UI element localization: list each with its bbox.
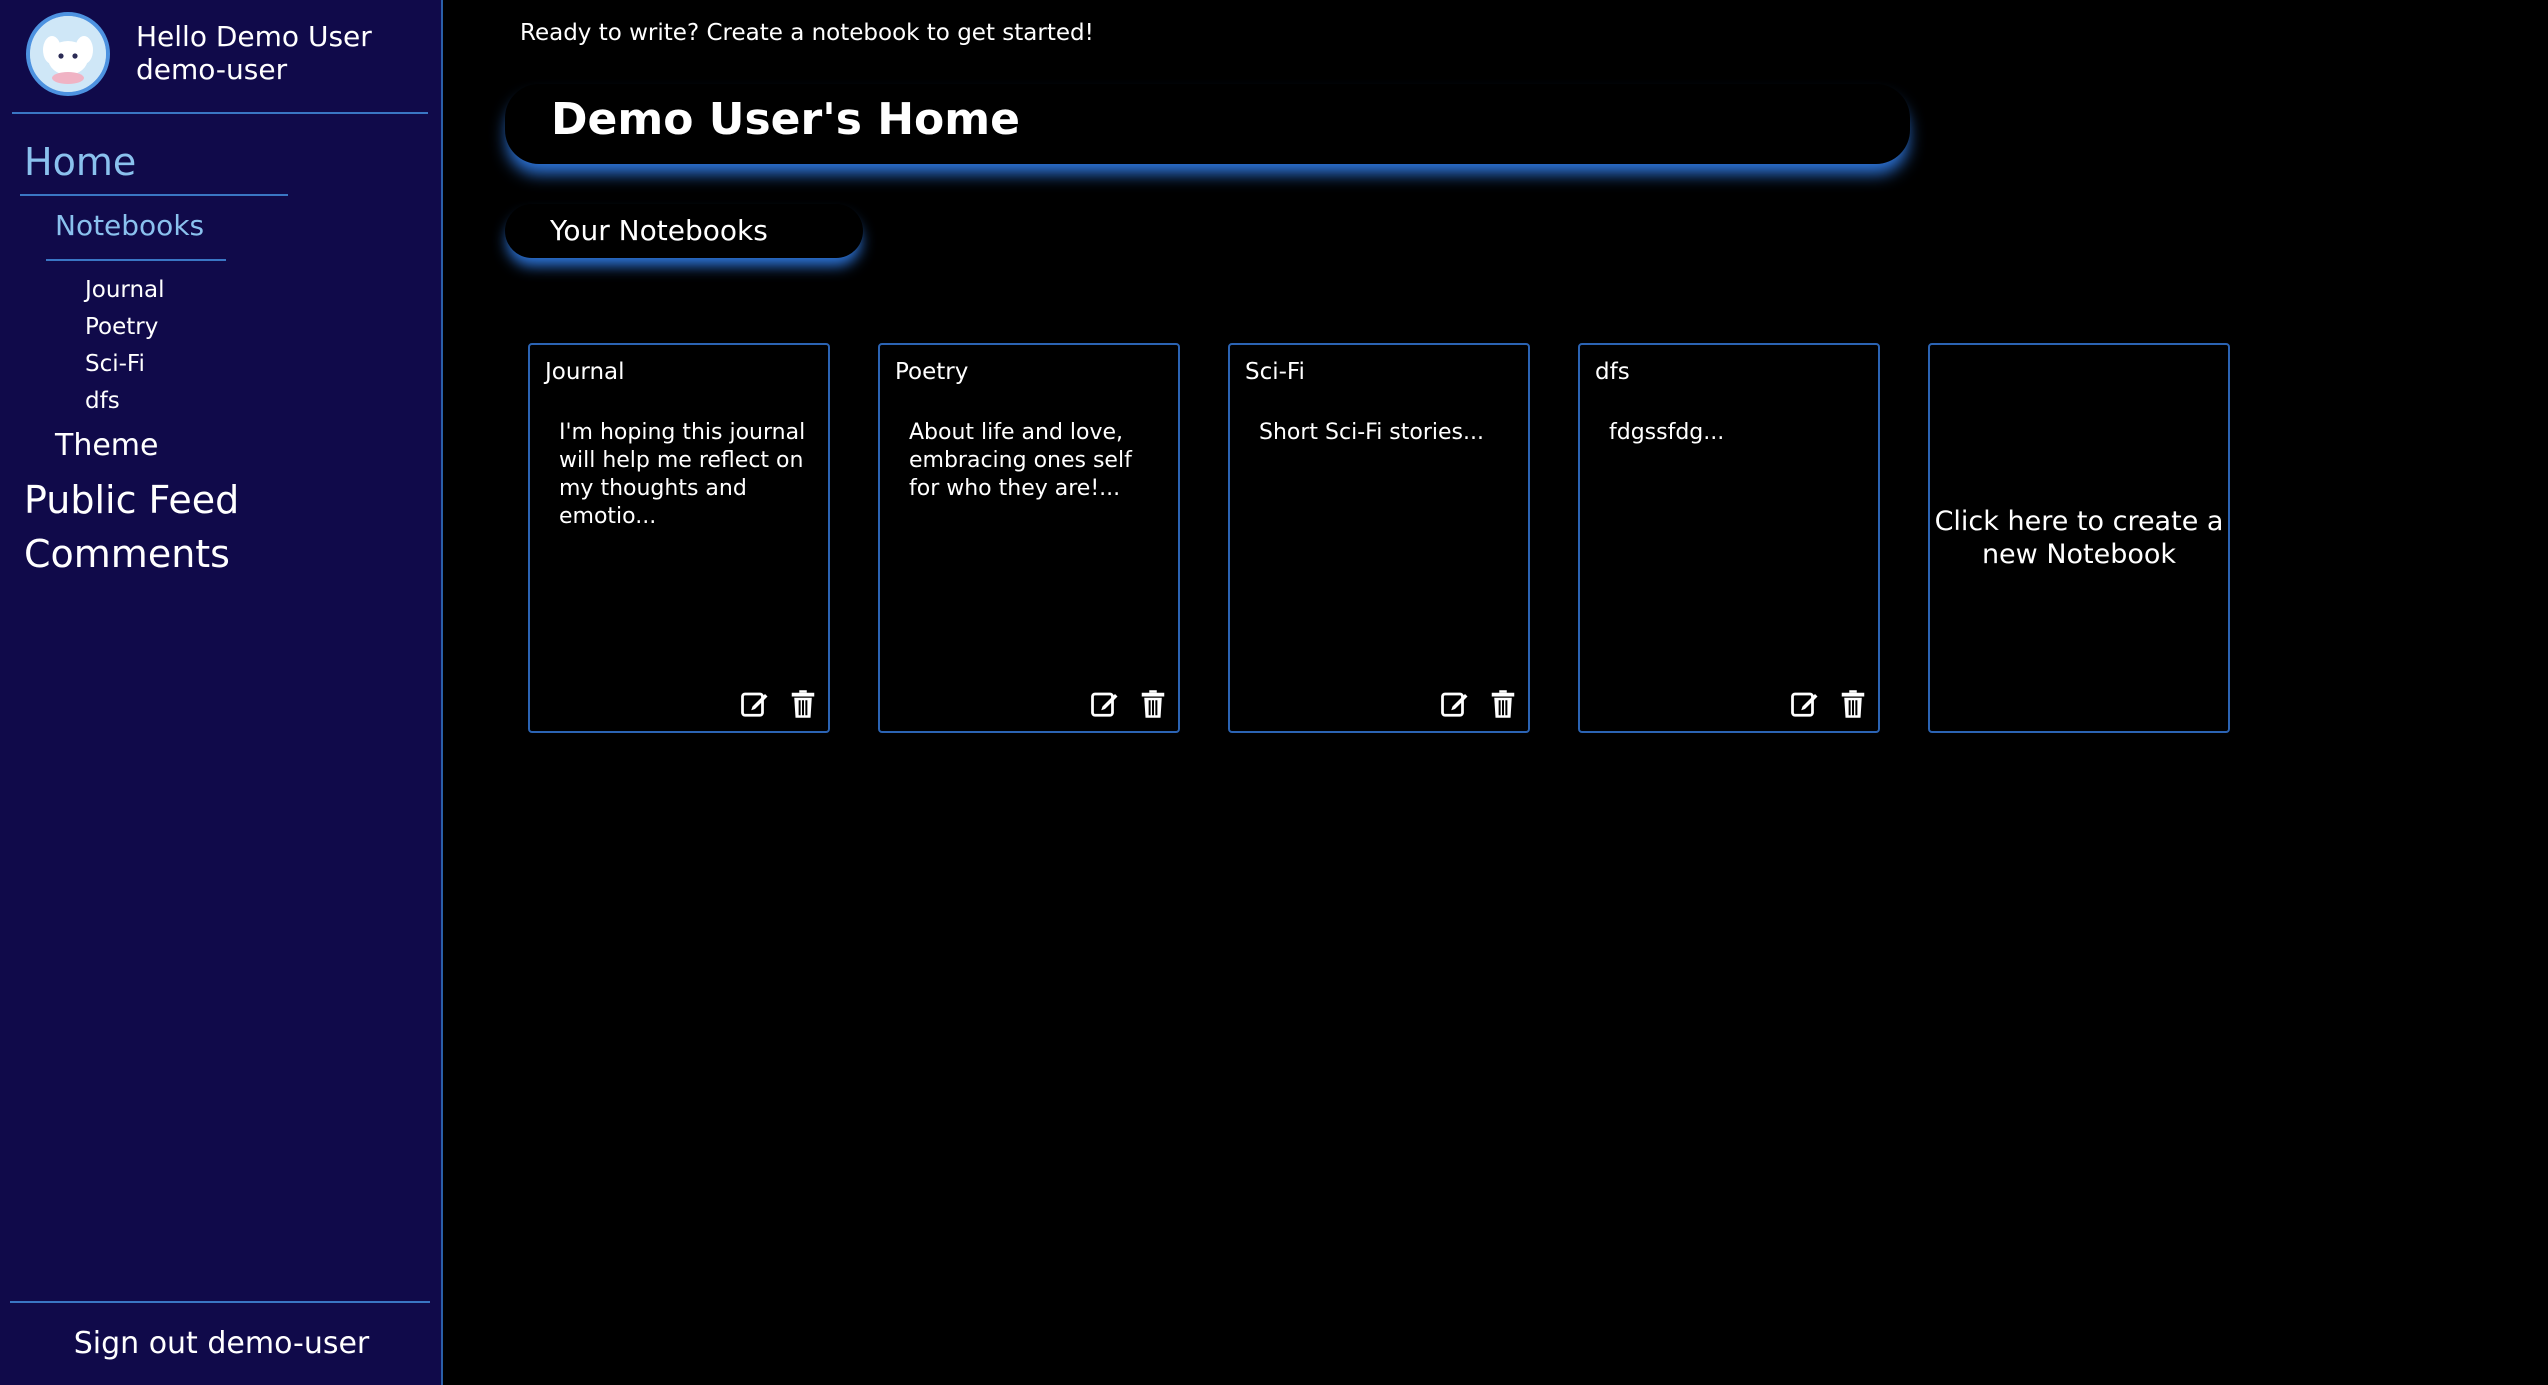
section-title: Your Notebooks: [550, 214, 768, 247]
notebook-description: About life and love, embracing ones self…: [909, 420, 1132, 501]
divider: [46, 259, 226, 261]
edit-icon[interactable]: [740, 689, 770, 719]
notebook-title[interactable]: Journal: [545, 359, 625, 385]
card-actions: [1790, 689, 1868, 719]
intro-text: Ready to write? Create a notebook to get…: [520, 20, 1094, 46]
edit-icon[interactable]: [1440, 689, 1470, 719]
card-actions: [740, 689, 818, 719]
notebook-card[interactable]: dfs fdgssfdg...: [1578, 343, 1880, 733]
nav-home[interactable]: Home: [24, 140, 136, 184]
notebook-title[interactable]: Poetry: [895, 359, 968, 385]
notebook-card[interactable]: Journal I'm hoping this journal will hel…: [528, 343, 830, 733]
trash-icon[interactable]: [1488, 689, 1518, 719]
avatar[interactable]: [26, 12, 110, 96]
sidebar-item-poetry[interactable]: Poetry: [85, 314, 158, 340]
trash-icon[interactable]: [1838, 689, 1868, 719]
sidebar-item-dfs[interactable]: dfs: [85, 388, 120, 414]
page-title: Demo User's Home: [551, 94, 1020, 145]
username: demo-user: [136, 53, 288, 86]
card-actions: [1090, 689, 1168, 719]
divider: [10, 1301, 430, 1303]
nav-comments[interactable]: Comments: [24, 532, 230, 576]
notebook-card[interactable]: Sci-Fi Short Sci-Fi stories...: [1228, 343, 1530, 733]
divider: [20, 194, 288, 196]
sidebar-item-journal[interactable]: Journal: [85, 277, 165, 303]
sidebar: Hello Demo User demo-user Home Notebooks…: [0, 0, 443, 1385]
notebook-description: fdgssfdg...: [1609, 420, 1725, 445]
trash-icon[interactable]: [788, 689, 818, 719]
user-info: Hello Demo User demo-user: [136, 20, 372, 86]
notebook-description: I'm hoping this journal will help me ref…: [559, 420, 806, 529]
signout-button[interactable]: Sign out demo-user: [0, 1326, 443, 1361]
notebook-title[interactable]: dfs: [1595, 359, 1630, 385]
card-actions: [1440, 689, 1518, 719]
greeting: Hello Demo User: [136, 20, 372, 53]
edit-icon[interactable]: [1790, 689, 1820, 719]
notebook-title[interactable]: Sci-Fi: [1245, 359, 1305, 385]
notebook-card[interactable]: Poetry About life and love, embracing on…: [878, 343, 1180, 733]
user-header: Hello Demo User demo-user: [24, 10, 430, 114]
nav-public-feed[interactable]: Public Feed: [24, 478, 239, 522]
sidebar-item-scifi[interactable]: Sci-Fi: [85, 351, 145, 377]
nav-theme[interactable]: Theme: [55, 428, 158, 463]
section-header: Your Notebooks: [505, 204, 863, 258]
nav-notebooks[interactable]: Notebooks: [55, 209, 204, 242]
notebook-description: Short Sci-Fi stories...: [1259, 420, 1484, 445]
page-title-bar: Demo User's Home: [505, 84, 1910, 164]
create-notebook-label[interactable]: Click here to create a new Notebook: [1930, 505, 2228, 571]
edit-icon[interactable]: [1090, 689, 1120, 719]
trash-icon[interactable]: [1138, 689, 1168, 719]
divider: [12, 112, 428, 114]
create-notebook-card[interactable]: Click here to create a new Notebook: [1928, 343, 2230, 733]
